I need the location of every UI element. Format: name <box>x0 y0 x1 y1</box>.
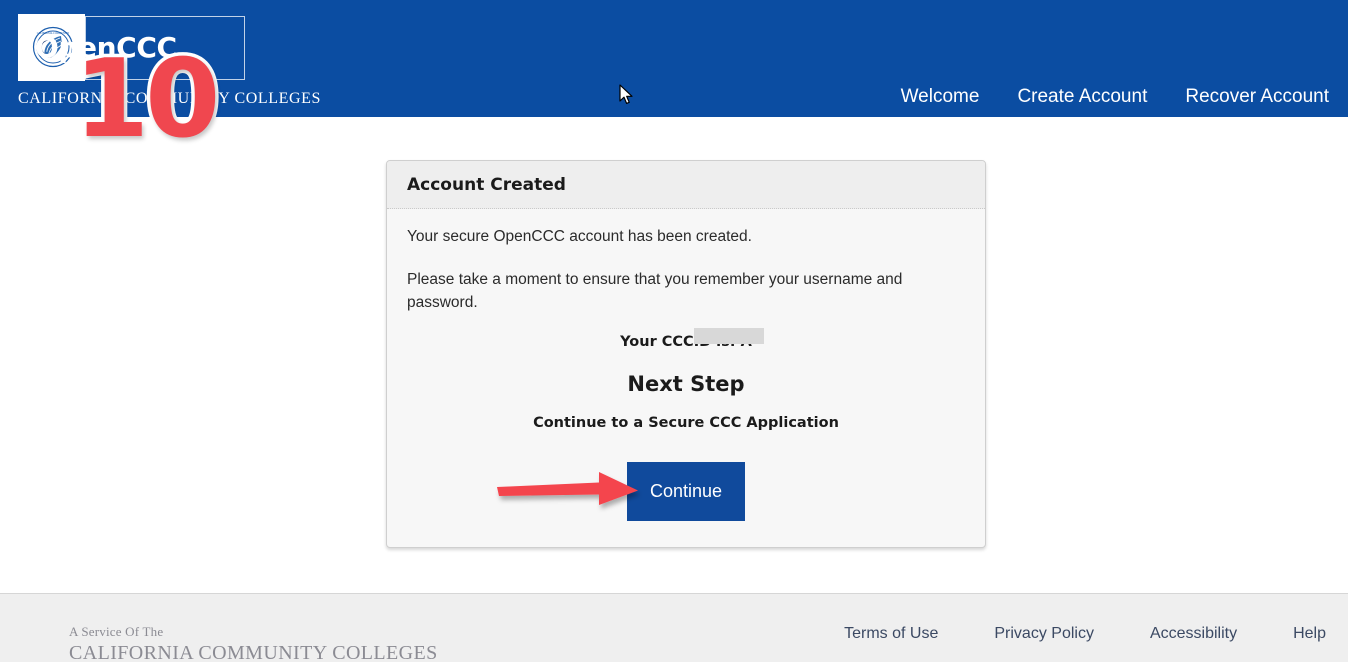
logo-subtitle: CALIFORNIA COMMUNITY COLLEGES <box>18 90 321 108</box>
footer-link-help[interactable]: Help <box>1293 625 1326 643</box>
card-body: Your secure OpenCCC account has been cre… <box>387 209 985 547</box>
footer-link-accessibility[interactable]: Accessibility <box>1150 625 1237 643</box>
footer-links: Terms of Use Privacy Policy Accessibilit… <box>844 625 1326 643</box>
account-created-card: Account Created Your secure OpenCCC acco… <box>386 160 986 548</box>
footer-brand: A Service Of The CALIFORNIA COMMUNITY CO… <box>69 624 438 665</box>
red-arrow-annotation <box>495 471 645 513</box>
confirmation-message: Your secure OpenCCC account has been cre… <box>407 226 965 249</box>
wordmark-text: OpenCCC <box>35 31 177 64</box>
page-title: Account Created <box>407 175 965 195</box>
nav-recover-account[interactable]: Recover Account <box>1185 86 1329 108</box>
primary-navigation: Welcome Create Account Recover Account <box>901 86 1329 108</box>
site-logo[interactable]: CALIFORNIA COMMUNITY OpenCCC CALIFORNIA … <box>18 14 248 104</box>
next-step-subheading: Continue to a Secure CCC Application <box>407 415 965 431</box>
footer-link-privacy-policy[interactable]: Privacy Policy <box>994 625 1094 643</box>
footer-brand-line-2: CALIFORNIA COMMUNITY COLLEGES <box>69 642 438 665</box>
nav-create-account[interactable]: Create Account <box>1017 86 1147 108</box>
reminder-message: Please take a moment to ensure that you … <box>407 269 965 315</box>
site-header: CALIFORNIA COMMUNITY OpenCCC CALIFORNIA … <box>0 0 1348 117</box>
next-step-heading: Next Step <box>407 372 965 396</box>
cccid-redaction-overlay <box>694 328 764 344</box>
card-header: Account Created <box>387 161 985 209</box>
continue-button[interactable]: Continue <box>627 462 745 521</box>
cccid-row: Your CCCID is: A <box>407 334 965 350</box>
footer-link-terms-of-use[interactable]: Terms of Use <box>844 625 938 643</box>
button-row: Continue <box>407 462 965 521</box>
nav-welcome[interactable]: Welcome <box>901 86 980 108</box>
footer-brand-line-1: A Service Of The <box>69 624 438 640</box>
site-footer: A Service Of The CALIFORNIA COMMUNITY CO… <box>0 593 1348 662</box>
